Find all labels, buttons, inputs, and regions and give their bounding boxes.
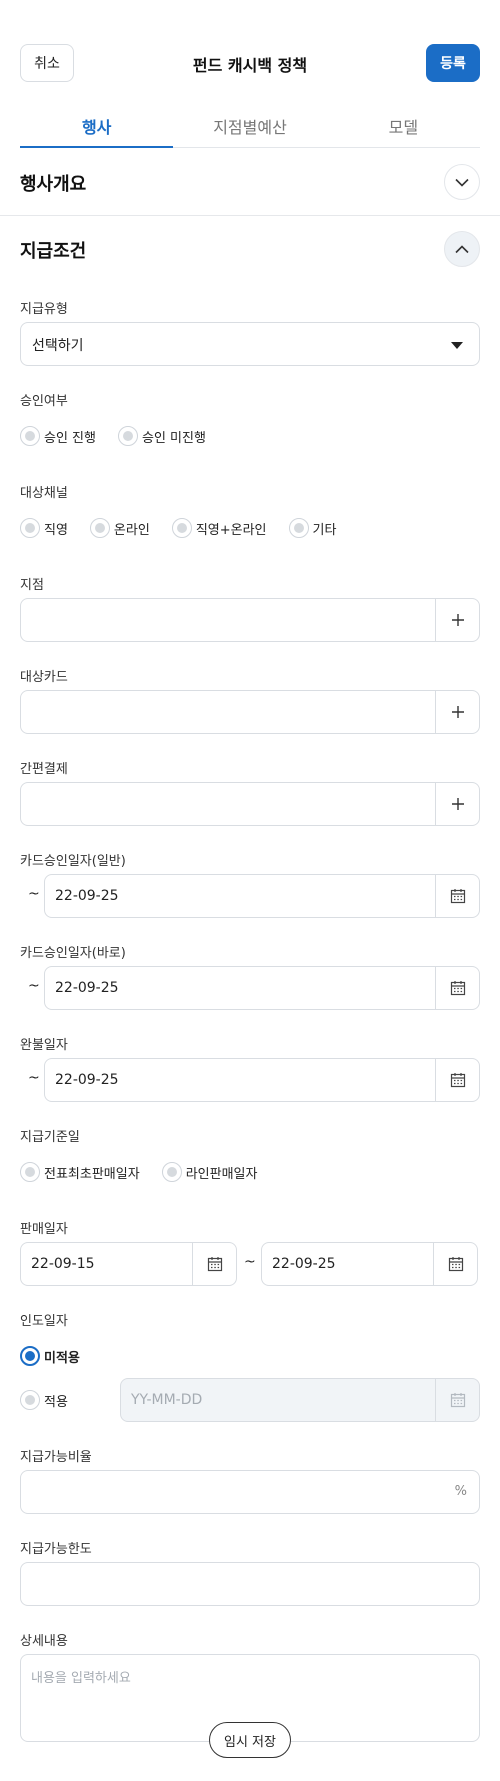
section-overview-header[interactable]: 행사개요 — [20, 162, 480, 202]
calendar-icon[interactable] — [435, 875, 479, 917]
radio-icon — [20, 1390, 40, 1410]
calendar-icon[interactable] — [192, 1243, 236, 1285]
register-button[interactable]: 등록 — [426, 44, 480, 82]
delivery-date-radio-group-2: 적용 — [20, 1388, 90, 1412]
payment-basis-radio-line-sale[interactable]: 라인판매일자 — [161, 1162, 257, 1182]
tab-branch-budget[interactable]: 지점별예산 — [173, 106, 326, 147]
tilde: ~ — [28, 886, 40, 902]
approval-label: 승인여부 — [20, 394, 68, 409]
tab-bar: 행사 지점별예산 모델 — [20, 106, 480, 148]
card-approval-direct-label: 카드승인일자(바로) — [20, 946, 126, 961]
sale-date-to[interactable]: 22-09-25 — [261, 1242, 478, 1286]
delivery-radio-applied[interactable]: 적용 — [20, 1390, 68, 1410]
channel-radio-direct-online[interactable]: 직영+온라인 — [171, 518, 267, 538]
chevron-down-icon[interactable] — [444, 164, 480, 200]
radio-icon — [288, 518, 309, 538]
radio-icon — [89, 518, 110, 538]
channel-radio-online[interactable]: 온라인 — [89, 518, 150, 538]
plus-icon[interactable] — [435, 691, 479, 733]
radio-checked-icon — [20, 1346, 40, 1366]
tab-model[interactable]: 모델 — [327, 106, 480, 147]
percent-unit: % — [454, 1484, 467, 1499]
channel-radio-other[interactable]: 기타 — [288, 518, 336, 538]
radio-icon — [171, 518, 192, 538]
approval-radio-no[interactable]: 승인 미진행 — [117, 426, 206, 446]
payment-type-value: 선택하기 — [32, 338, 84, 354]
pay-ratio-label: 지급가능비율 — [20, 1450, 92, 1465]
full-payment-date[interactable]: 22-09-25 — [44, 1058, 480, 1102]
page-title: 펀드 캐시백 정책 — [192, 56, 308, 75]
calendar-icon — [435, 1379, 479, 1421]
card-label: 대상카드 — [20, 670, 68, 685]
sale-date-label: 판매일자 — [20, 1222, 68, 1237]
approval-radio-group: 승인 진행 승인 미진행 — [20, 424, 228, 448]
card-approval-general-date[interactable]: 22-09-25 — [44, 874, 480, 918]
section-conditions-title: 지급조건 — [20, 241, 87, 262]
delivery-radio-not-applied[interactable]: 미적용 — [20, 1346, 80, 1366]
payment-basis-radio-first-sale[interactable]: 전표최초판매일자 — [20, 1162, 140, 1182]
branch-label: 지점 — [20, 578, 44, 593]
delivery-date-radio-group: 미적용 — [20, 1344, 102, 1368]
tilde: ~ — [28, 1070, 40, 1086]
card-approval-general-label: 카드승인일자(일반) — [20, 854, 126, 869]
radio-icon — [161, 1162, 182, 1182]
card-approval-direct-date[interactable]: 22-09-25 — [44, 966, 480, 1010]
radio-icon — [20, 426, 40, 446]
pay-limit-input[interactable] — [20, 1562, 480, 1606]
header: 취소 펀드 캐시백 정책 등록 — [0, 0, 500, 106]
approval-radio-yes[interactable]: 승인 진행 — [20, 426, 96, 446]
tilde: ~ — [244, 1254, 256, 1270]
channel-radio-group: 직영 온라인 직영+온라인 기타 — [20, 516, 358, 540]
easy-pay-label: 간편결제 — [20, 762, 68, 777]
channel-radio-direct[interactable]: 직영 — [20, 518, 68, 538]
divider — [0, 215, 500, 216]
delivery-date-input: YY-MM-DD — [120, 1378, 480, 1422]
detail-label: 상세내용 — [20, 1634, 68, 1649]
radio-icon — [20, 518, 40, 538]
channel-label: 대상채널 — [20, 486, 68, 501]
delivery-date-label: 인도일자 — [20, 1314, 68, 1329]
radio-icon — [117, 426, 138, 446]
tab-event[interactable]: 행사 — [20, 106, 174, 148]
payment-basis-radio-group: 전표최초판매일자 라인판매일자 — [20, 1160, 279, 1184]
full-payment-label: 완불일자 — [20, 1038, 68, 1053]
section-conditions-header[interactable]: 지급조건 — [20, 229, 480, 269]
temp-save-button[interactable]: 임시 저장 — [209, 1722, 291, 1758]
chevron-up-icon[interactable] — [444, 231, 480, 267]
payment-type-select[interactable]: 선택하기 — [20, 322, 480, 366]
section-overview-title: 행사개요 — [20, 174, 87, 195]
tilde: ~ — [28, 978, 40, 994]
branch-field[interactable] — [20, 598, 480, 642]
payment-basis-label: 지급기준일 — [20, 1130, 80, 1145]
calendar-icon[interactable] — [435, 967, 479, 1009]
caret-down-icon — [451, 342, 463, 349]
easy-pay-field[interactable] — [20, 782, 480, 826]
calendar-icon[interactable] — [435, 1059, 479, 1101]
sale-date-from[interactable]: 22-09-15 — [20, 1242, 237, 1286]
calendar-icon[interactable] — [433, 1243, 477, 1285]
plus-icon[interactable] — [435, 783, 479, 825]
radio-icon — [20, 1162, 40, 1182]
pay-ratio-input[interactable]: % — [20, 1470, 480, 1514]
payment-type-label: 지급유형 — [20, 302, 68, 317]
card-field[interactable] — [20, 690, 480, 734]
pay-limit-label: 지급가능한도 — [20, 1542, 92, 1557]
plus-icon[interactable] — [435, 599, 479, 641]
